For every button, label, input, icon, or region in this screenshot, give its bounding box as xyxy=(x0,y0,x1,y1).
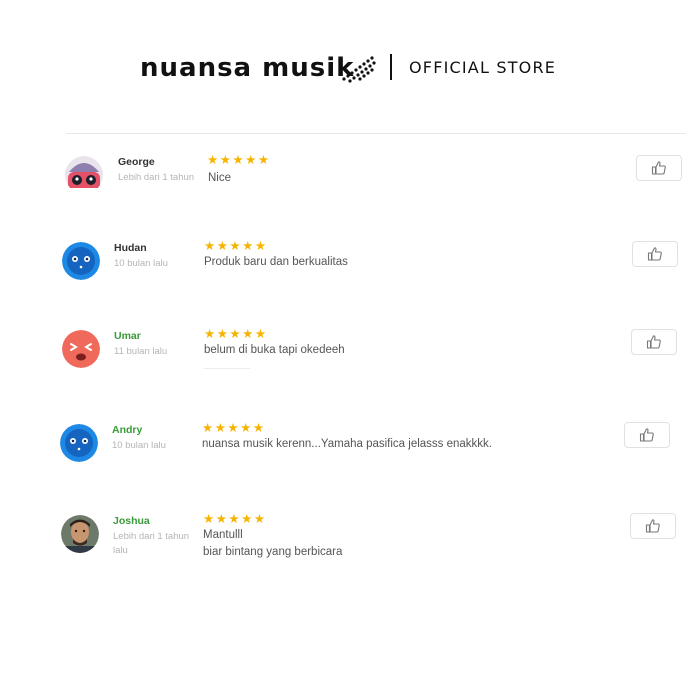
section-divider xyxy=(66,133,686,134)
brand-dots-icon xyxy=(342,56,376,83)
reviewer-name[interactable]: George xyxy=(118,156,155,168)
robot-avatar-icon xyxy=(65,156,103,194)
like-button[interactable] xyxy=(630,513,676,539)
reviewer-name[interactable]: Andry xyxy=(112,424,142,436)
review-text: Nice xyxy=(208,172,232,184)
rating-stars: ★★★★★ xyxy=(204,327,268,341)
reviewer-name[interactable]: Hudan xyxy=(114,242,147,254)
review-time: 10 bulan lalu xyxy=(112,440,166,451)
review-text: Produk baru dan berkualitas xyxy=(204,256,348,268)
rating-stars: ★★★★★ xyxy=(204,239,268,253)
like-button[interactable] xyxy=(632,241,678,267)
review-time: Lebih dari 1 tahun xyxy=(118,172,195,183)
review-item: Umar 11 bulan lalu ★★★★★ belum di buka t… xyxy=(62,327,686,390)
header-divider xyxy=(390,54,392,80)
reviewer-name[interactable]: Joshua xyxy=(113,515,150,527)
thumbs-up-icon xyxy=(651,161,666,175)
review-time: Lebih dari 1 tahun lalu xyxy=(113,531,190,556)
store-header: nuansa musik OFFICIAL STORE xyxy=(0,52,686,84)
like-button[interactable] xyxy=(631,329,677,355)
rating-stars: ★★★★★ xyxy=(202,421,266,435)
thumbs-up-icon xyxy=(639,428,654,442)
review-time: 10 bulan lalu xyxy=(114,258,168,269)
faint-divider xyxy=(204,368,250,369)
official-store-label: OFFICIAL STORE xyxy=(409,58,557,77)
review-text: belum di buka tapi okedeeh xyxy=(204,344,345,356)
red-face-avatar-icon xyxy=(62,330,100,368)
review-item: Hudan 10 bulan lalu ★★★★★ Produk baru da… xyxy=(62,239,686,302)
thumbs-up-icon xyxy=(647,247,662,261)
rating-stars: ★★★★★ xyxy=(203,512,267,526)
rating-stars: ★★★★★ xyxy=(207,153,271,167)
user-photo-avatar xyxy=(61,515,99,553)
thumbs-up-icon xyxy=(645,519,660,533)
review-item: George Lebih dari 1 tahun ★★★★★ Nice xyxy=(65,153,686,216)
blue-face-avatar-icon xyxy=(62,242,100,280)
review-item: Joshua Lebih dari 1 tahun lalu ★★★★★ Man… xyxy=(61,512,686,575)
reviewer-name[interactable]: Umar xyxy=(114,330,141,342)
review-text: Mantulll xyxy=(203,529,243,541)
review-text-line-2: biar bintang yang berbicara xyxy=(203,546,343,558)
like-button[interactable] xyxy=(636,155,682,181)
brand-logo: nuansa musik xyxy=(140,53,355,83)
like-button[interactable] xyxy=(624,422,670,448)
thumbs-up-icon xyxy=(646,335,661,349)
review-item: Andry 10 bulan lalu ★★★★★ nuansa musik k… xyxy=(60,421,686,484)
review-text: nuansa musik kerenn...Yamaha pasifica je… xyxy=(202,438,492,450)
blue-face-avatar-icon xyxy=(60,424,98,462)
review-time: 11 bulan lalu xyxy=(114,346,168,357)
